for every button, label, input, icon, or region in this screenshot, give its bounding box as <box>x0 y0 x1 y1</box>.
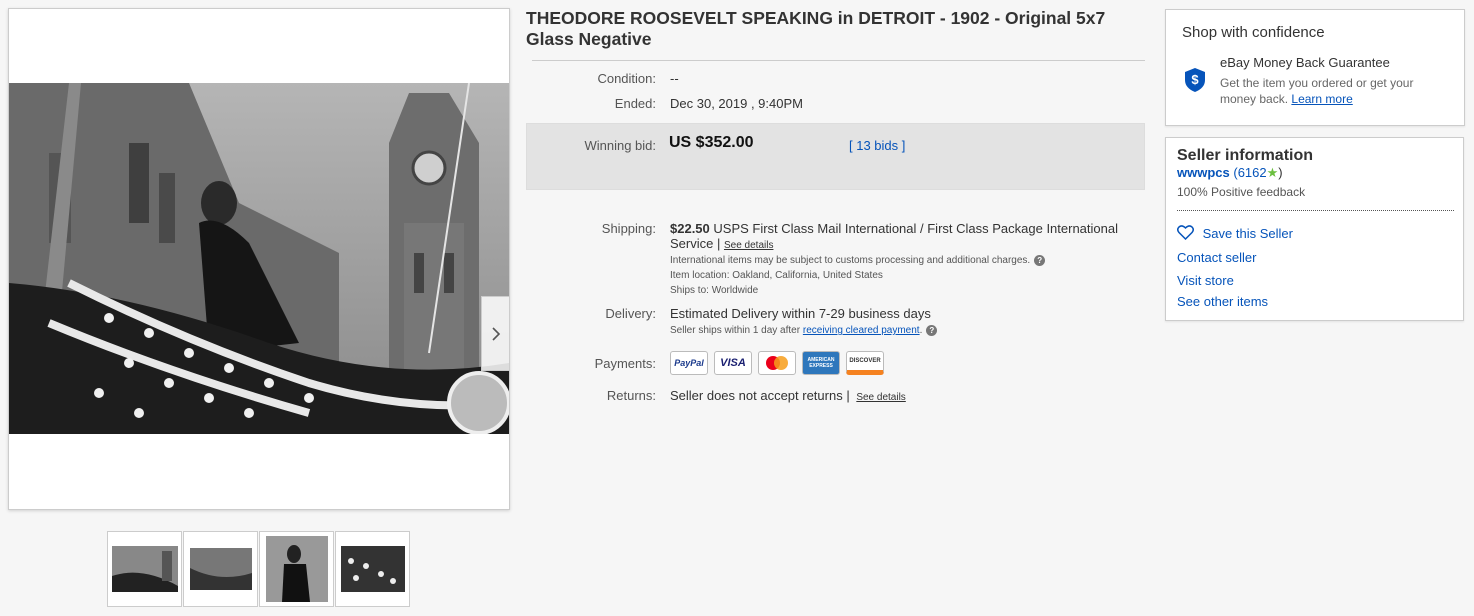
main-image-viewer[interactable] <box>8 8 510 510</box>
shipping-details: $22.50 USPS First Class Mail Internation… <box>670 221 1140 253</box>
item-location-label: Item location: <box>670 270 730 281</box>
discover-logo: DISCOVER <box>846 351 884 375</box>
winning-bid-price: US $352.00 <box>669 134 754 151</box>
seller-heading: Seller information <box>1177 147 1314 164</box>
delivery-note: Seller ships within 1 day after receivin… <box>670 323 938 338</box>
svg-text:$: $ <box>1191 72 1199 87</box>
star-icon: ★ <box>1266 165 1279 180</box>
paypal-logo: PayPal <box>670 351 708 375</box>
listing-title: THEODORE ROOSEVELT SPEAKING in DETROIT -… <box>526 8 1106 49</box>
visit-store-link[interactable]: Visit store <box>1177 273 1234 288</box>
chevron-right-icon <box>491 326 500 341</box>
thumbnail-2[interactable] <box>183 531 258 607</box>
feedback-score-link[interactable]: (6162 <box>1233 165 1266 180</box>
ships-to-label: Ships to: <box>670 285 709 296</box>
next-image-button[interactable] <box>481 296 509 371</box>
shipping-see-details-link[interactable]: See details <box>724 240 773 251</box>
positive-feedback: 100% Positive feedback <box>1177 185 1306 199</box>
shipping-notes: International items may be subject to cu… <box>670 253 1140 298</box>
payments-label: Payments: <box>594 356 656 371</box>
shop-with-confidence-card: Shop with confidence $ eBay Money Back G… <box>1165 9 1465 126</box>
learn-more-link[interactable]: Learn more <box>1291 92 1352 106</box>
seller-information-card: Seller information wwwpcs (6162★) 100% P… <box>1165 137 1464 321</box>
title-divider <box>532 60 1145 61</box>
feedback-close: ) <box>1278 165 1283 180</box>
help-icon[interactable]: ? <box>926 324 938 336</box>
save-seller-button[interactable]: Save this Seller <box>1177 225 1293 241</box>
winning-bid-label: Winning bid: <box>584 138 656 153</box>
customs-note: International items may be subject to cu… <box>670 255 1031 266</box>
heart-icon <box>1177 225 1194 241</box>
ships-to: Worldwide <box>711 285 759 296</box>
returns-text: Seller does not accept returns | <box>670 388 850 403</box>
shield-dollar-icon: $ <box>1185 68 1205 92</box>
help-icon[interactable]: ? <box>1034 254 1046 266</box>
item-location: Oakland, California, United States <box>732 270 883 281</box>
thumbnail-strip <box>107 531 410 607</box>
delivery-label: Delivery: <box>605 306 656 321</box>
guarantee-text-block: Get the item you ordered or get your mon… <box>1220 75 1450 107</box>
visa-logo: VISA <box>714 351 752 375</box>
amex-logo: AMERICAN EXPRESS <box>802 351 840 375</box>
save-seller-label: Save this Seller <box>1202 226 1293 241</box>
thumbnail-3[interactable] <box>259 531 334 607</box>
payment-logos: PayPal VISA mastercard AMERICAN EXPRESS … <box>670 351 884 375</box>
shipping-cost: $22.50 <box>670 221 710 236</box>
thumbnail-4[interactable] <box>335 531 410 607</box>
see-other-items-link[interactable]: See other items <box>1177 294 1268 309</box>
confidence-heading: Shop with confidence <box>1182 24 1325 41</box>
condition-value: -- <box>670 71 679 86</box>
shipping-label: Shipping: <box>601 221 656 236</box>
seller-divider <box>1177 210 1454 211</box>
delivery-estimate: Estimated Delivery within 7-29 business … <box>670 306 931 321</box>
seller-username-link[interactable]: wwwpcs <box>1177 165 1230 180</box>
returns-text-row: Seller does not accept returns | See det… <box>670 388 906 403</box>
returns-label: Returns: <box>606 388 656 403</box>
ended-label: Ended: <box>614 96 656 111</box>
bid-history-link[interactable]: [ 13 bids ] <box>849 138 905 153</box>
seller-username-row: wwwpcs (6162★) <box>1177 165 1283 181</box>
delivery-note-text: Seller ships within 1 day after <box>670 325 801 336</box>
cleared-payment-link[interactable]: receiving cleared payment <box>803 325 920 336</box>
contact-seller-link[interactable]: Contact seller <box>1177 250 1256 265</box>
condition-label: Condition: <box>597 71 656 86</box>
delivery-note-suffix: . <box>919 325 923 336</box>
winning-bid-box <box>526 123 1145 190</box>
ended-value: Dec 30, 2019 , 9:40PM <box>670 96 803 111</box>
guarantee-title: eBay Money Back Guarantee <box>1220 55 1390 70</box>
item-photo <box>9 83 509 434</box>
mastercard-logo: mastercard <box>758 351 796 375</box>
returns-see-details-link[interactable]: See details <box>856 392 905 403</box>
thumbnail-1[interactable] <box>107 531 182 607</box>
